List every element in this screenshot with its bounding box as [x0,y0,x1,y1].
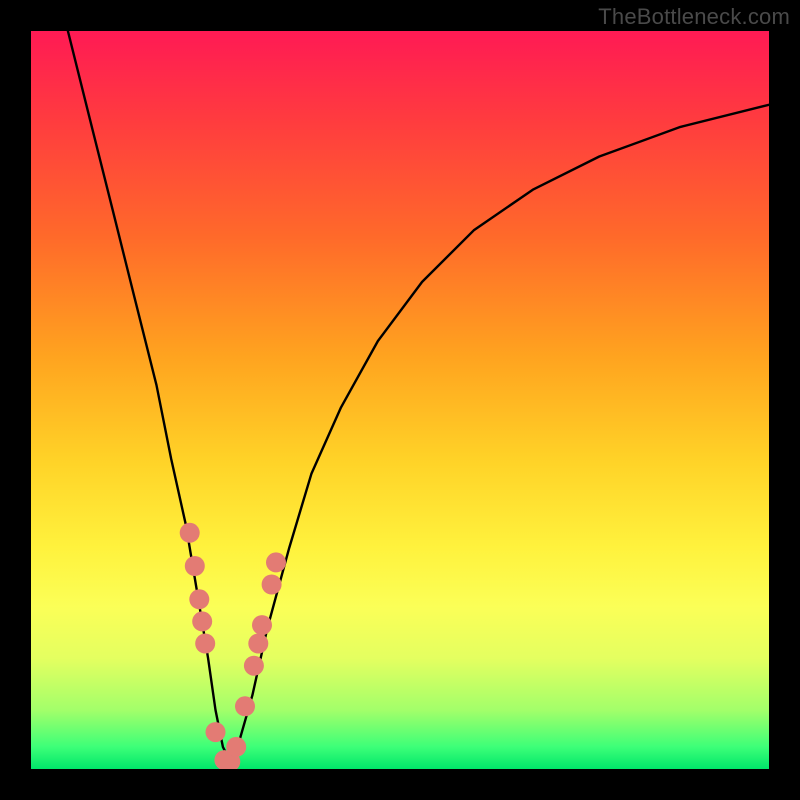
data-marker [206,722,226,742]
data-marker [266,552,286,572]
data-marker [248,634,268,654]
data-marker [189,589,209,609]
watermark-text: TheBottleneck.com [598,4,790,30]
data-marker [192,611,212,631]
data-marker [235,696,255,716]
data-marker [252,615,272,635]
chart-frame: TheBottleneck.com [0,0,800,800]
data-marker [226,737,246,757]
bottleneck-curve [68,31,769,762]
data-marker [185,556,205,576]
data-marker [180,523,200,543]
plot-area [31,31,769,769]
curve-layer [31,31,769,769]
data-marker [244,656,264,676]
data-marker [195,634,215,654]
data-marker [262,575,282,595]
